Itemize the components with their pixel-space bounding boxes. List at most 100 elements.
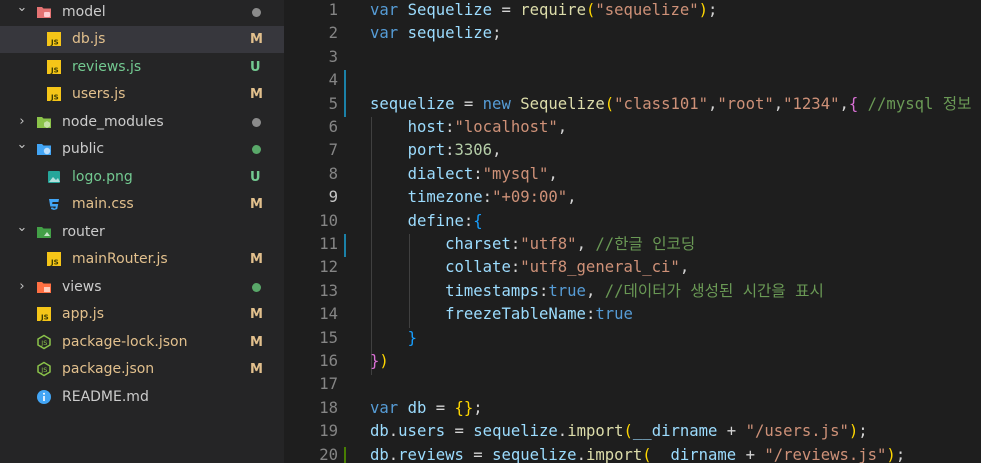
tree-item-label: logo.png [72, 168, 133, 185]
chevron-down-icon[interactable]: ⌄ [15, 138, 29, 152]
code-line[interactable]: 8 dialect:"mysql", [284, 163, 981, 186]
tree-item-label: package-lock.json [62, 333, 188, 350]
code-token: var [370, 1, 408, 19]
folder-views-icon [36, 279, 52, 295]
line-number: 12 [319, 258, 338, 277]
code-token: Sequelize [407, 1, 493, 19]
code-token: "class101" [614, 94, 709, 113]
code-token: {} [454, 398, 474, 417]
js-file-icon: JS [46, 31, 62, 47]
chevron-down-icon[interactable]: ⌄ [15, 0, 29, 15]
line-number: 2 [328, 24, 338, 43]
tree-file-logo-png[interactable]: logo.png U [0, 164, 284, 191]
code-token: ) [379, 352, 389, 370]
tree-folder-public[interactable]: ⌄ public [0, 136, 284, 163]
code-token: "utf8" [520, 235, 577, 253]
code-line[interactable]: 1 var Sequelize = require("sequelize"); [284, 0, 981, 22]
code-line[interactable]: 11 charset:"utf8", //한글 인코딩 [284, 233, 981, 256]
tree-folder-views[interactable]: › views [0, 274, 284, 301]
chevron-down-icon[interactable]: ⌄ [15, 220, 29, 235]
js-file-icon: JS [46, 251, 62, 267]
code-line[interactable]: 17 [284, 373, 981, 396]
svg-text:JS: JS [50, 94, 59, 102]
chevron-right-icon[interactable]: › [15, 114, 29, 129]
code-token: ; [708, 1, 718, 19]
tree-folder-model[interactable]: ⌄ model [0, 0, 284, 26]
code-line[interactable]: 15 } [284, 327, 981, 350]
tree-folder-node_modules[interactable]: › node_modules [0, 109, 284, 136]
code-line[interactable]: 5 sequelize = new Sequelize("class101","r… [284, 93, 981, 116]
code-line[interactable]: 3 [284, 46, 981, 69]
code-line[interactable]: 7 port:3306, [284, 139, 981, 162]
tree-file-mainRouter-js[interactable]: JS mainRouter.js M [0, 246, 284, 273]
code-text: db.users = sequelize.import(__dirname + … [370, 420, 868, 443]
code-line[interactable]: 2 var sequelize; [284, 22, 981, 45]
code-token: = [454, 94, 483, 113]
code-token: charset [445, 235, 511, 253]
code-text: sequelize = new Sequelize("class101","ro… [370, 93, 971, 116]
tree-file-package-lock-json[interactable]: JS package-lock.json M [0, 329, 284, 356]
code-token: "root" [717, 94, 774, 113]
svg-text:JS: JS [40, 339, 47, 347]
js-file-icon: JS [36, 306, 52, 322]
tree-file-README-md[interactable]: README.md [0, 384, 284, 411]
code-token: timestamps [445, 281, 539, 300]
code-editor[interactable]: 1 var Sequelize = require("sequelize"); 2 v… [284, 0, 981, 463]
code-token: = [463, 445, 493, 463]
code-token: var [370, 24, 408, 43]
code-line[interactable]: 4 [284, 69, 981, 92]
tree-file-app-js[interactable]: JS app.js M [0, 301, 284, 328]
code-token: "/reviews.js" [764, 445, 887, 463]
code-line[interactable]: 19 db.users = sequelize.import(__dirname … [284, 420, 981, 443]
git-status-badge: M [250, 87, 263, 102]
tree-file-main-css[interactable]: main.css M [0, 191, 284, 218]
code-token: = [445, 422, 474, 441]
git-status-badge: M [250, 252, 263, 267]
file-explorer: ⌄ model JS db.js M JS reviews.js U JS users.js M › n… [0, 0, 284, 463]
tree-item-label: reviews.js [72, 58, 142, 75]
code-line[interactable]: 14 freezeTableName:true [284, 303, 981, 326]
code-line[interactable]: 16}) [284, 350, 981, 373]
folder-public-icon [36, 141, 52, 157]
code-line[interactable]: 9 timezone:"+09:00", [284, 186, 981, 209]
code-line[interactable]: 10 define:{ [284, 210, 981, 233]
code-token: = [426, 398, 455, 417]
tree-file-users-js[interactable]: JS users.js M [0, 81, 284, 108]
code-token: , [585, 281, 605, 300]
code-token: users [398, 422, 446, 441]
code-text: define:{ [370, 210, 483, 233]
code-token: //한글 인코딩 [595, 235, 696, 253]
code-token: . [576, 445, 586, 463]
nodejs-file-icon: JS [36, 361, 52, 377]
code-line[interactable]: 18 var db = {}; [284, 397, 981, 420]
tree-file-reviews-js[interactable]: JS reviews.js U [0, 54, 284, 81]
code-token: ( [623, 422, 633, 441]
tree-file-package-json[interactable]: JS package.json M [0, 356, 284, 383]
tree-folder-router[interactable]: ⌄ router [0, 219, 284, 246]
code-token: //데이터가 생성된 시간을 표시 [604, 281, 824, 300]
code-line[interactable]: 20 db.reviews = sequelize.import(__dirnam… [284, 444, 981, 463]
git-status-dot [252, 145, 261, 154]
code-token: : [445, 141, 455, 160]
line-number: 11 [319, 235, 338, 253]
line-number: 19 [319, 422, 338, 441]
code-token: freezeTableName [445, 305, 586, 324]
code-line[interactable]: 12 collate:"utf8_general_ci", [284, 256, 981, 279]
tree-file-db-js[interactable]: JS db.js M [0, 26, 284, 53]
code-text: }) [370, 350, 389, 373]
svg-text:JS: JS [50, 259, 59, 267]
line-number: 14 [319, 305, 338, 324]
code-token: , [492, 141, 502, 160]
code-token: { [473, 211, 483, 230]
code-text: db.reviews = sequelize.import(__dirname … [370, 444, 905, 463]
code-token: __dirname [632, 422, 718, 441]
chevron-right-icon[interactable]: › [15, 279, 29, 294]
code-line[interactable]: 6 host:"localhost", [284, 116, 981, 139]
code-line[interactable]: 13 timestamps:true, //데이터가 생성된 시간을 표시 [284, 280, 981, 303]
js-file-icon: JS [46, 86, 62, 102]
line-number: 13 [319, 281, 338, 300]
